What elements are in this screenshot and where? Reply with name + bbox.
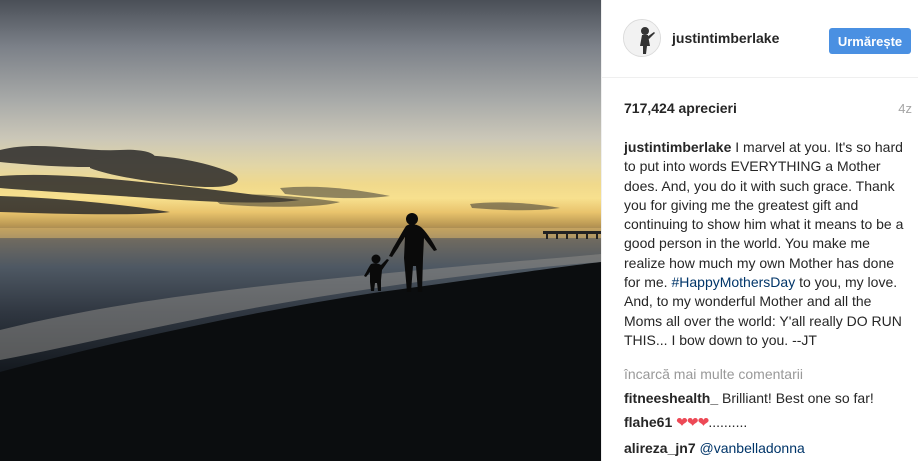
- caption-text-before: I marvel at you. It's so hard to put int…: [624, 139, 904, 291]
- comment-username[interactable]: alireza_jn7: [624, 440, 696, 456]
- heart-emoji-icon: ❤❤❤: [676, 414, 709, 430]
- post-caption: justintimberlake I marvel at you. It's s…: [624, 138, 909, 350]
- comment-text: Brilliant! Best one so far!: [718, 390, 874, 406]
- comment-text: ..........: [708, 414, 748, 430]
- follow-button[interactable]: Urmărește: [829, 28, 911, 54]
- load-more-comments[interactable]: încarcă mai multe comentarii: [624, 366, 803, 382]
- post-header: justintimberlake Urmărește: [602, 0, 918, 78]
- header-username[interactable]: justintimberlake: [672, 30, 779, 46]
- post-sidebar: justintimberlake Urmărește 717,424 aprec…: [601, 0, 918, 461]
- comment-mention[interactable]: @vanbelladonna: [700, 440, 805, 456]
- comment-username[interactable]: fitneeshealth_: [624, 390, 718, 406]
- user-avatar-icon[interactable]: [623, 19, 661, 57]
- caption-username[interactable]: justintimberlake: [624, 139, 731, 155]
- post-age[interactable]: 4z: [898, 101, 912, 116]
- post-photo[interactable]: [0, 0, 601, 461]
- post-stats: 717,424 aprecieri 4z: [624, 100, 912, 120]
- comment-item: fitneeshealth_ Brilliant! Best one so fa…: [624, 389, 914, 407]
- likes-count[interactable]: 717,424 aprecieri: [624, 100, 737, 116]
- sunset-beach-scene: [0, 145, 601, 461]
- comment-item: alireza_jn7 @vanbelladonna: [624, 439, 914, 457]
- caption-hashtag[interactable]: #HappyMothersDay: [671, 274, 795, 290]
- comment-item: flahe61 ❤❤❤..........: [624, 413, 914, 431]
- comment-username[interactable]: flahe61: [624, 414, 672, 430]
